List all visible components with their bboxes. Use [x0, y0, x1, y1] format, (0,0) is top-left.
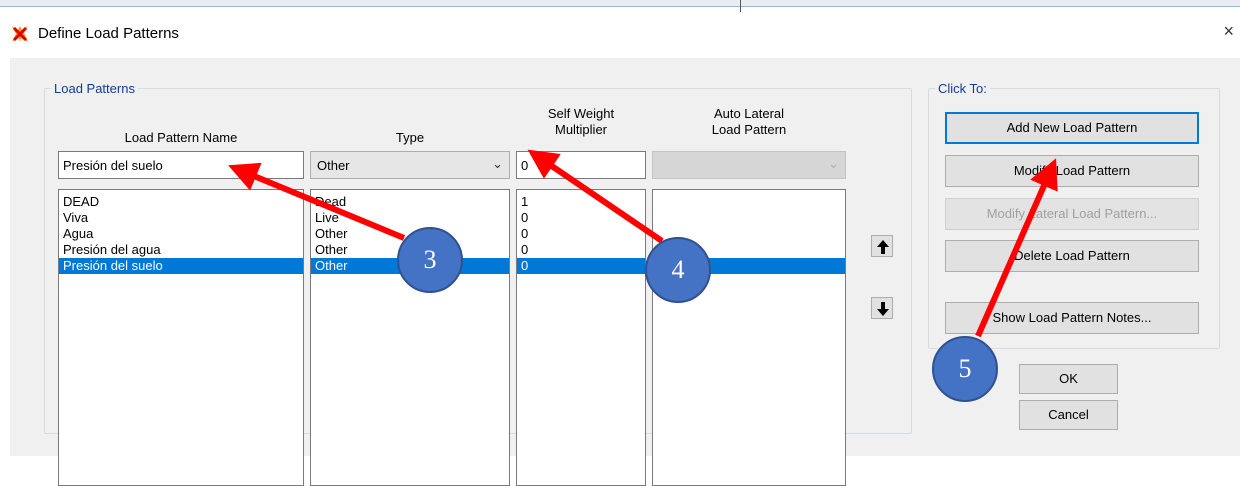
- cancel-button[interactable]: Cancel: [1019, 400, 1118, 430]
- header-auto-lateral-line1: Auto Lateral: [713, 106, 785, 121]
- type-select-value: Other: [317, 158, 350, 173]
- window-top-edge: [0, 0, 1240, 12]
- edge-tick: [740, 0, 741, 12]
- click-to-group-title: Click To:: [935, 81, 990, 96]
- header-auto-lateral-line2: Load Pattern: [711, 122, 787, 137]
- load-patterns-group-title: Load Patterns: [51, 81, 138, 96]
- load-pattern-name-input[interactable]: Presión del suelo: [58, 151, 304, 179]
- list-item[interactable]: Viva: [59, 210, 303, 226]
- header-load-pattern-name: Load Pattern Name: [124, 130, 238, 145]
- move-down-icon: [877, 302, 889, 316]
- window-title: Define Load Patterns: [38, 25, 179, 42]
- list-item[interactable]: [653, 210, 845, 226]
- show-load-pattern-notes-button[interactable]: Show Load Pattern Notes...: [945, 302, 1199, 334]
- list-item[interactable]: 0: [517, 242, 645, 258]
- title-bar: Define Load Patterns ×: [0, 16, 1240, 50]
- chevron-down-icon: ⌄: [492, 156, 503, 171]
- load-pattern-name-list[interactable]: DEAD Viva Agua Presión del agua Presión …: [58, 189, 304, 486]
- multiplier-list[interactable]: 1 0 0 0 0: [516, 189, 646, 486]
- chevron-down-icon: ⌄: [828, 156, 839, 171]
- close-icon[interactable]: ×: [1223, 21, 1234, 42]
- callout-3: 3: [397, 227, 463, 293]
- modify-load-pattern-button[interactable]: Modify Load Pattern: [945, 155, 1199, 187]
- modify-lateral-load-pattern-button: Modify Lateral Load Pattern...: [945, 198, 1199, 230]
- header-multiplier-line2: Multiplier: [554, 122, 607, 137]
- list-item[interactable]: Presión del agua: [59, 242, 303, 258]
- list-item[interactable]: 0: [517, 210, 645, 226]
- sap2000-icon: [12, 26, 28, 42]
- header-type: Type: [395, 130, 425, 145]
- delete-load-pattern-button[interactable]: Delete Load Pattern: [945, 240, 1199, 272]
- move-down-button[interactable]: [871, 297, 893, 319]
- add-new-load-pattern-button[interactable]: Add New Load Pattern: [945, 112, 1199, 144]
- callout-5: 5: [932, 336, 998, 402]
- ok-button[interactable]: OK: [1019, 364, 1118, 394]
- list-item[interactable]: [653, 194, 845, 210]
- list-item[interactable]: Live: [311, 210, 509, 226]
- callout-4: 4: [645, 237, 711, 303]
- header-multiplier-line1: Self Weight: [547, 106, 615, 121]
- list-item[interactable]: 1: [517, 194, 645, 210]
- list-item-selected[interactable]: 0: [517, 258, 645, 274]
- move-up-icon: [877, 240, 889, 254]
- auto-lateral-select: ⌄: [652, 151, 846, 179]
- self-weight-multiplier-input[interactable]: 0: [516, 151, 646, 179]
- auto-lateral-list[interactable]: [652, 189, 846, 486]
- list-item[interactable]: 0: [517, 226, 645, 242]
- move-up-button[interactable]: [871, 235, 893, 257]
- list-item[interactable]: Dead: [311, 194, 509, 210]
- list-item-selected[interactable]: Presión del suelo: [59, 258, 303, 274]
- list-item[interactable]: DEAD: [59, 194, 303, 210]
- list-item[interactable]: Agua: [59, 226, 303, 242]
- type-select[interactable]: Other ⌄: [310, 151, 510, 179]
